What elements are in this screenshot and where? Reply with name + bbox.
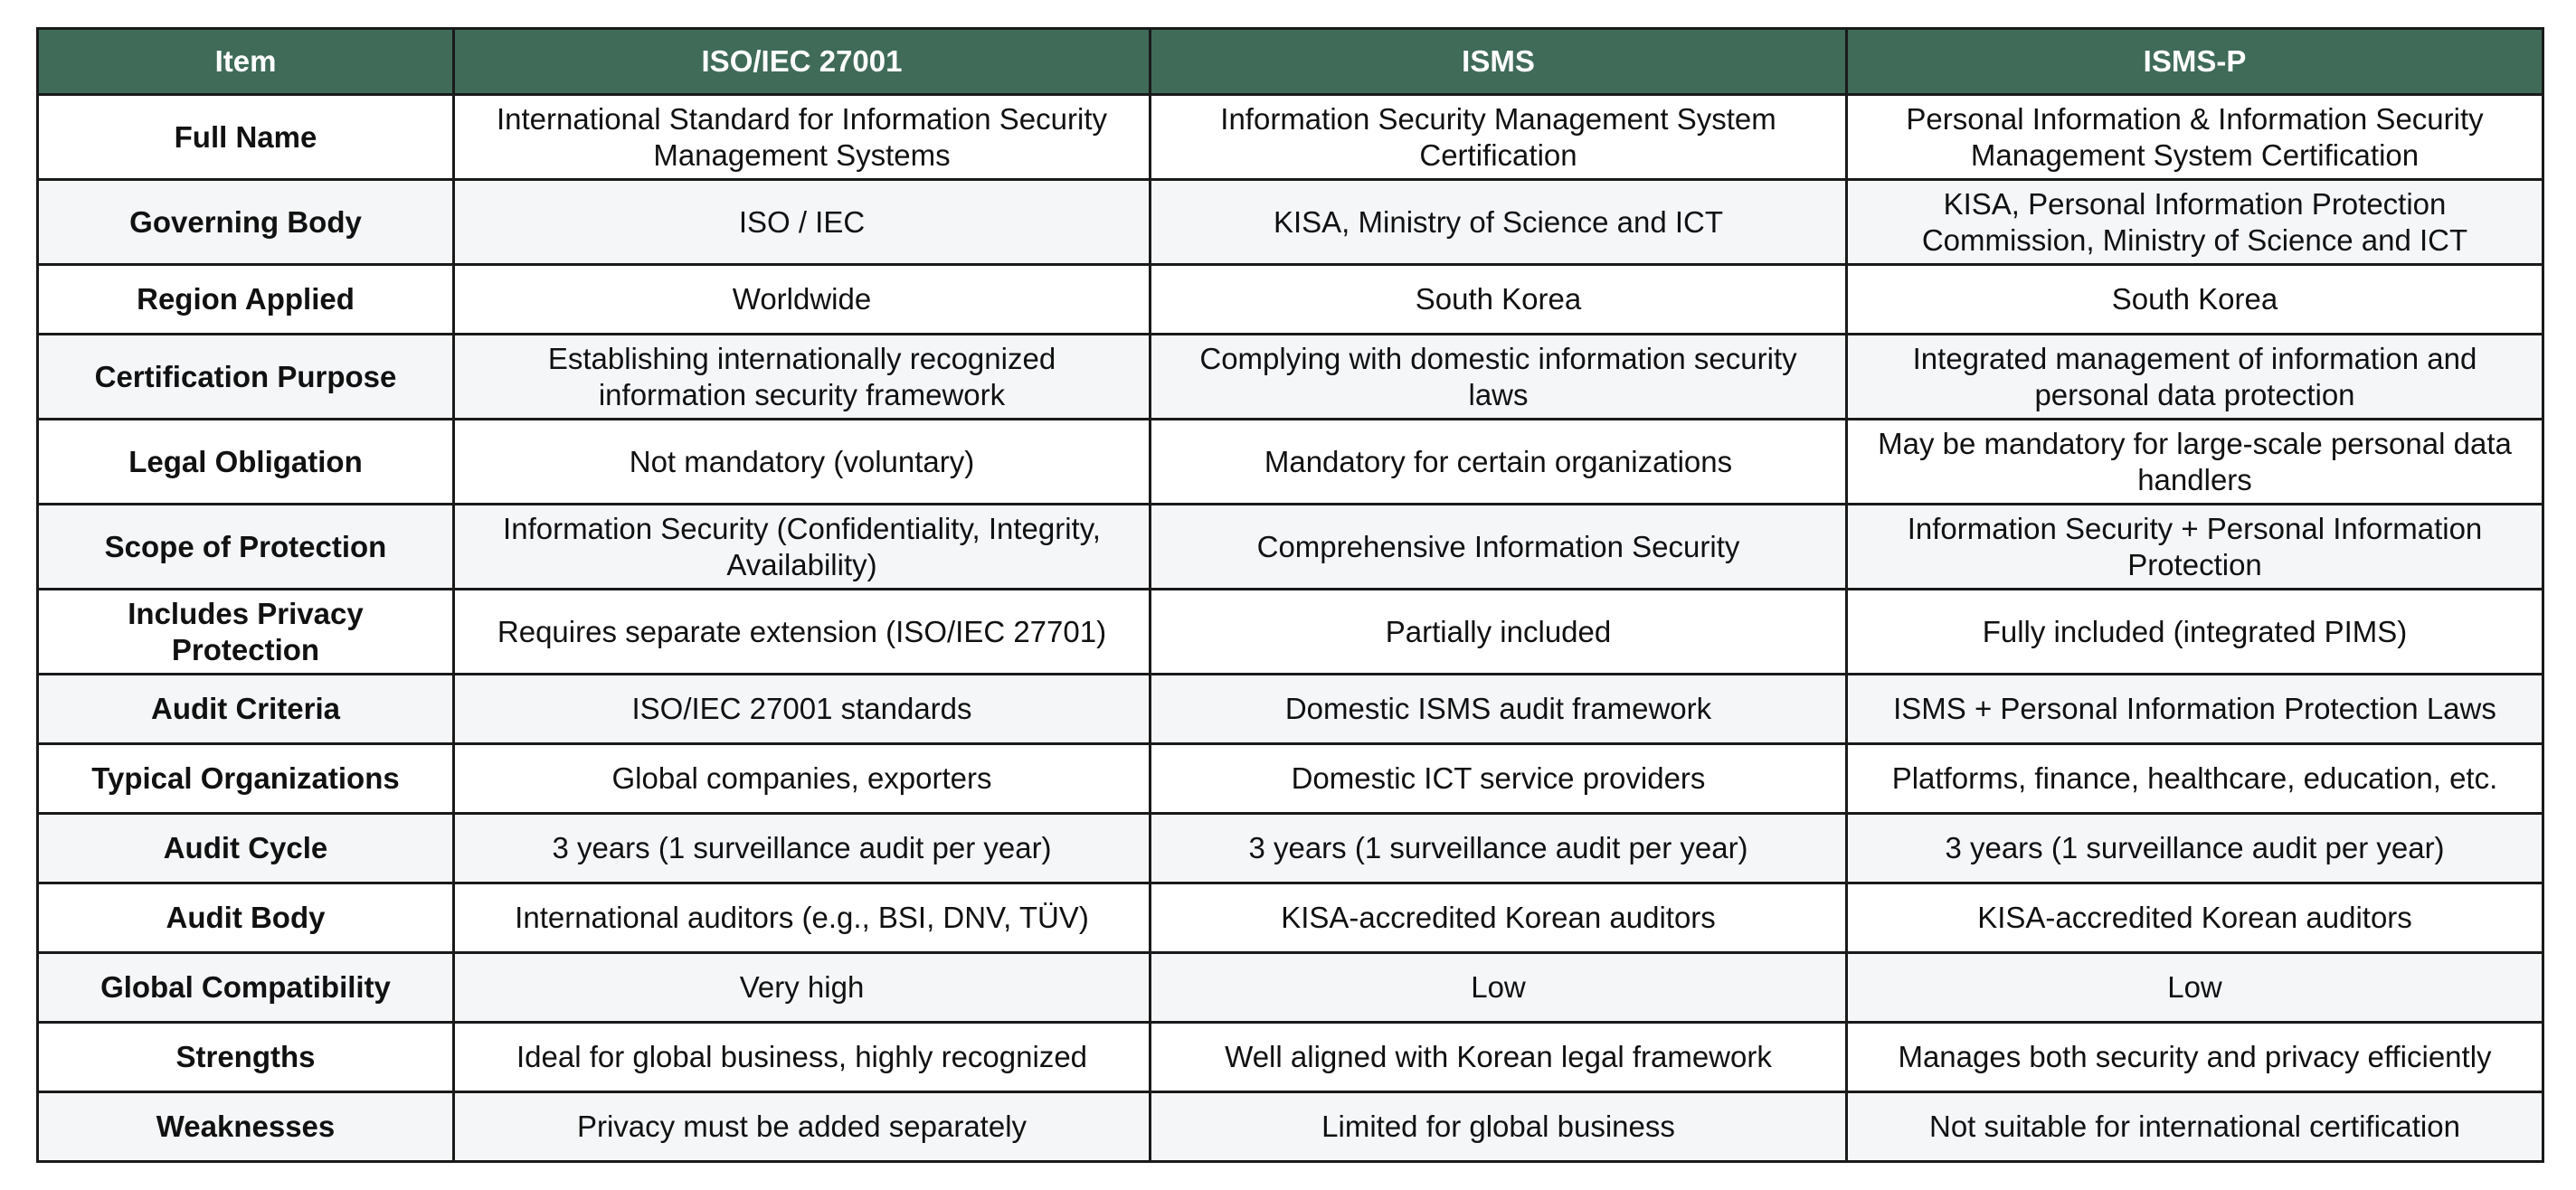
row-label: Audit Cycle: [36, 812, 455, 884]
row-label: Full Name: [36, 93, 455, 181]
cell-isms: Comprehensive Information Security: [1149, 503, 1848, 590]
cell-iso: Worldwide: [452, 263, 1151, 335]
cell-iso: International auditors (e.g., BSI, DNV, …: [452, 882, 1151, 954]
table-row: Typical Organizations Global companies, …: [36, 742, 2544, 815]
comparison-table-container: Item ISO/IEC 27001 ISMS ISMS-P Full Name…: [36, 27, 2544, 1163]
cell-iso: Global companies, exporters: [452, 742, 1151, 815]
header-isms-p: ISMS-P: [1845, 27, 2544, 96]
table-row: Full Name International Standard for Inf…: [36, 93, 2544, 181]
header-item: Item: [36, 27, 455, 96]
header-iso-27001: ISO/IEC 27001: [452, 27, 1151, 96]
cell-isms-p: Fully included (integrated PIMS): [1845, 588, 2544, 675]
table-row: Certification Purpose Establishing inter…: [36, 333, 2544, 420]
header-row: Item ISO/IEC 27001 ISMS ISMS-P: [36, 27, 2544, 96]
cell-isms: Well aligned with Korean legal framework: [1149, 1021, 1848, 1093]
cell-isms-p: May be mandatory for large-scale persona…: [1845, 418, 2544, 505]
cell-iso: Privacy must be added separately: [452, 1091, 1151, 1163]
row-label: Scope of Protection: [36, 503, 455, 590]
cell-isms-p: Low: [1845, 951, 2544, 1024]
table-row: Strengths Ideal for global business, hig…: [36, 1021, 2544, 1093]
table-row: Region Applied Worldwide South Korea Sou…: [36, 263, 2544, 335]
cell-isms-p: Personal Information & Information Secur…: [1845, 93, 2544, 181]
cell-isms: Low: [1149, 951, 1848, 1024]
row-label: Governing Body: [36, 178, 455, 266]
row-label: Includes Privacy Protection: [36, 588, 455, 675]
cell-isms: Partially included: [1149, 588, 1848, 675]
table-body: Full Name International Standard for Inf…: [36, 93, 2544, 1163]
cell-isms: South Korea: [1149, 263, 1848, 335]
certification-comparison-table: Item ISO/IEC 27001 ISMS ISMS-P Full Name…: [36, 27, 2544, 1163]
cell-isms-p: KISA-accredited Korean auditors: [1845, 882, 2544, 954]
table-row: Includes Privacy Protection Requires sep…: [36, 588, 2544, 675]
cell-iso: 3 years (1 surveillance audit per year): [452, 812, 1151, 884]
cell-iso: ISO/IEC 27001 standards: [452, 673, 1151, 745]
cell-isms: Limited for global business: [1149, 1091, 1848, 1163]
cell-isms: Domestic ISMS audit framework: [1149, 673, 1848, 745]
cell-iso: ISO / IEC: [452, 178, 1151, 266]
row-label: Audit Body: [36, 882, 455, 954]
row-label: Region Applied: [36, 263, 455, 335]
cell-isms: Mandatory for certain organizations: [1149, 418, 1848, 505]
cell-isms-p: Integrated management of information and…: [1845, 333, 2544, 420]
table-row: Audit Criteria ISO/IEC 27001 standards D…: [36, 673, 2544, 745]
header-isms: ISMS: [1149, 27, 1848, 96]
cell-isms: Domestic ICT service providers: [1149, 742, 1848, 815]
cell-iso: Not mandatory (voluntary): [452, 418, 1151, 505]
cell-isms: KISA, Ministry of Science and ICT: [1149, 178, 1848, 266]
cell-iso: Very high: [452, 951, 1151, 1024]
cell-iso: Establishing internationally recognized …: [452, 333, 1151, 420]
cell-iso: Ideal for global business, highly recogn…: [452, 1021, 1151, 1093]
cell-isms-p: KISA, Personal Information Protection Co…: [1845, 178, 2544, 266]
cell-iso: International Standard for Information S…: [452, 93, 1151, 181]
row-label: Typical Organizations: [36, 742, 455, 815]
cell-iso: Requires separate extension (ISO/IEC 277…: [452, 588, 1151, 675]
cell-isms-p: Platforms, finance, healthcare, educatio…: [1845, 742, 2544, 815]
table-row: Audit Body International auditors (e.g.,…: [36, 882, 2544, 954]
row-label: Audit Criteria: [36, 673, 455, 745]
table-row: Scope of Protection Information Security…: [36, 503, 2544, 590]
row-label: Weaknesses: [36, 1091, 455, 1163]
row-label: Certification Purpose: [36, 333, 455, 420]
cell-isms-p: Information Security + Personal Informat…: [1845, 503, 2544, 590]
table-header: Item ISO/IEC 27001 ISMS ISMS-P: [36, 27, 2544, 96]
table-row: Legal Obligation Not mandatory (voluntar…: [36, 418, 2544, 505]
cell-isms-p: South Korea: [1845, 263, 2544, 335]
cell-isms-p: Not suitable for international certifica…: [1845, 1091, 2544, 1163]
table-row: Audit Cycle 3 years (1 surveillance audi…: [36, 812, 2544, 884]
cell-isms-p: Manages both security and privacy effici…: [1845, 1021, 2544, 1093]
table-row: Weaknesses Privacy must be added separat…: [36, 1091, 2544, 1163]
cell-isms: 3 years (1 surveillance audit per year): [1149, 812, 1848, 884]
row-label: Legal Obligation: [36, 418, 455, 505]
cell-isms-p: 3 years (1 surveillance audit per year): [1845, 812, 2544, 884]
row-label: Strengths: [36, 1021, 455, 1093]
cell-isms-p: ISMS + Personal Information Protection L…: [1845, 673, 2544, 745]
cell-isms: Information Security Management System C…: [1149, 93, 1848, 181]
cell-isms: Complying with domestic information secu…: [1149, 333, 1848, 420]
table-row: Governing Body ISO / IEC KISA, Ministry …: [36, 178, 2544, 266]
row-label: Global Compatibility: [36, 951, 455, 1024]
cell-iso: Information Security (Confidentiality, I…: [452, 503, 1151, 590]
cell-isms: KISA-accredited Korean auditors: [1149, 882, 1848, 954]
table-row: Global Compatibility Very high Low Low: [36, 951, 2544, 1024]
